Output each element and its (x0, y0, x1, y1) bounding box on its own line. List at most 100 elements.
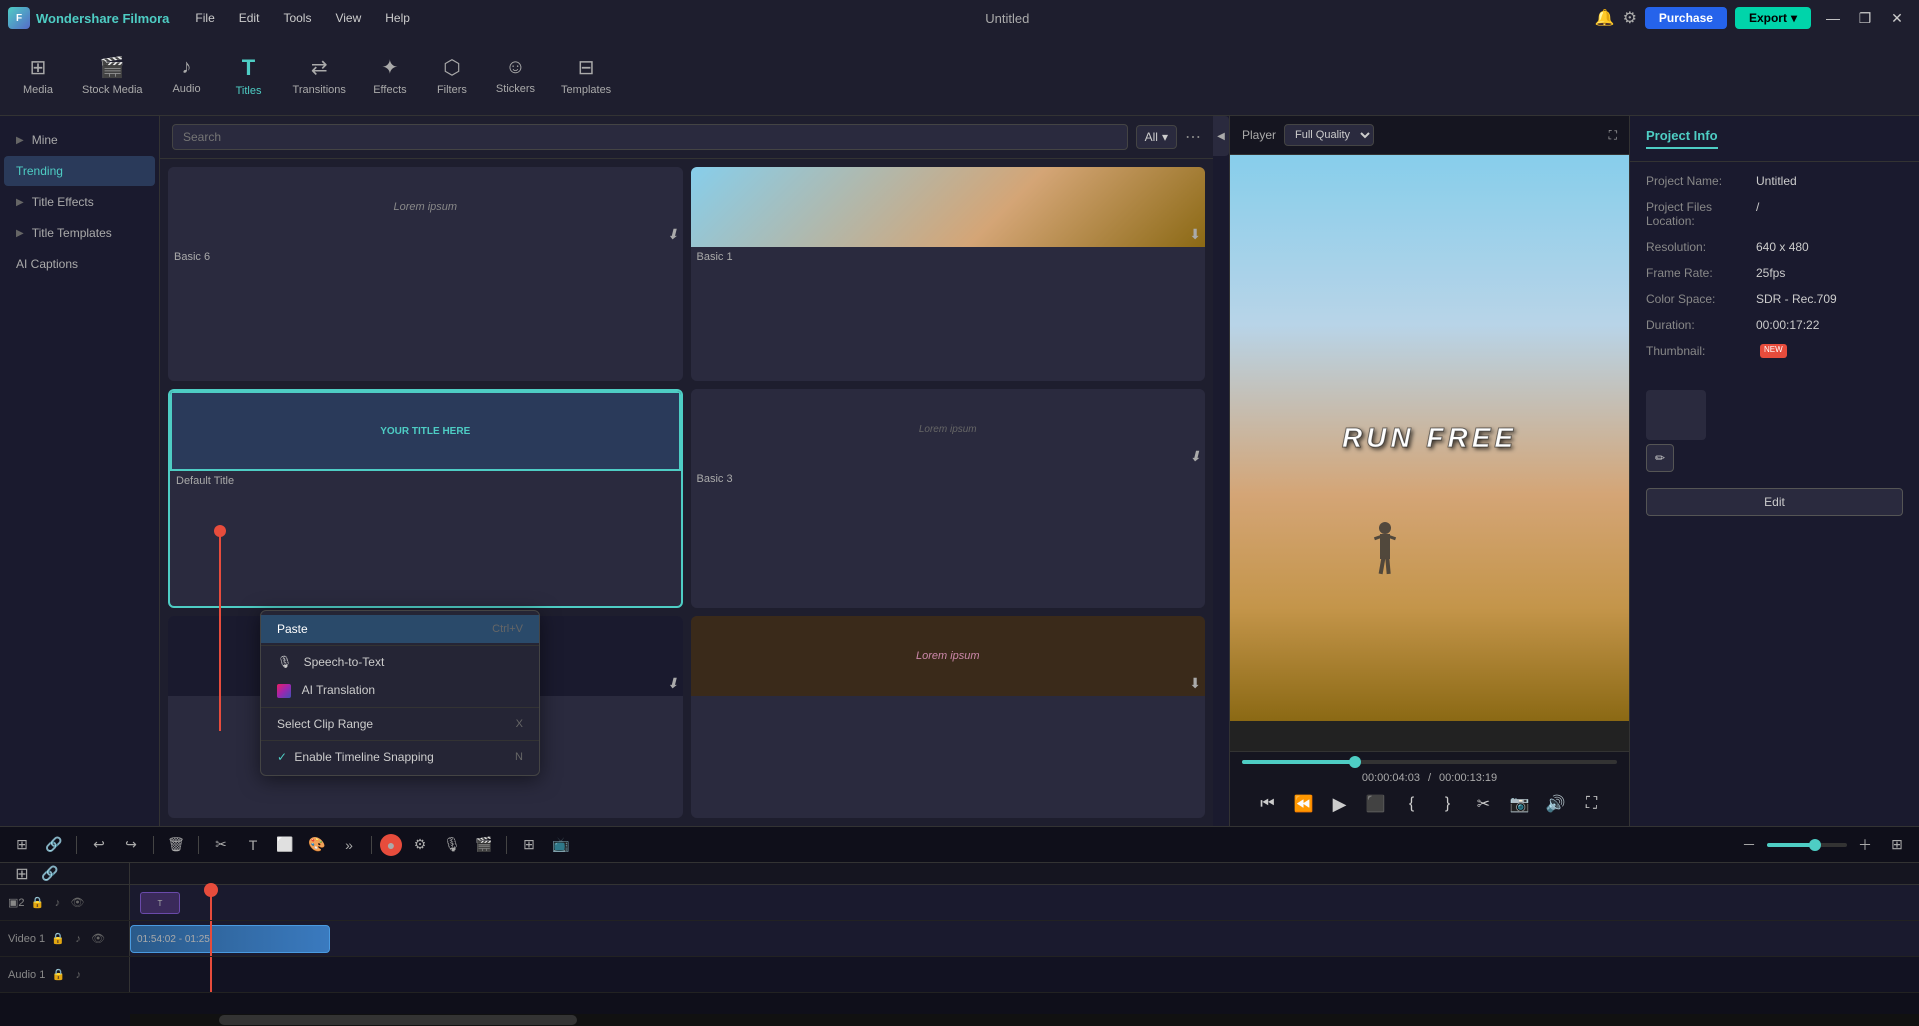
maximize-button[interactable]: ❐ (1851, 4, 1879, 32)
text-button[interactable]: T (239, 831, 267, 859)
mic-button[interactable]: 🎙 (438, 831, 466, 859)
download-icon-basic1[interactable]: ⬇ (1189, 226, 1201, 243)
mark-in-button[interactable]: { (1398, 790, 1426, 818)
video-clip[interactable]: 01:54:02 - 01:25 (130, 925, 330, 953)
play-button[interactable]: ▶ (1326, 790, 1354, 818)
menu-edit[interactable]: Edit (229, 7, 270, 29)
settings-icon[interactable]: ⚙ (1623, 8, 1637, 28)
sidebar-item-ai-captions[interactable]: AI Captions (4, 249, 155, 279)
download-icon-lorem2[interactable]: ⬇ (1189, 675, 1201, 692)
undo-button[interactable]: ↩ (85, 831, 113, 859)
snapshot-button[interactable]: 📷 (1506, 790, 1534, 818)
toolbar-stock-media[interactable]: 🎬 Stock Media (70, 49, 155, 102)
search-more-icon[interactable]: ⋯ (1185, 127, 1201, 147)
step-back-button[interactable]: ⏪ (1290, 790, 1318, 818)
title-clip[interactable]: T (140, 892, 180, 914)
scrollbar-thumb[interactable] (219, 1015, 577, 1025)
close-button[interactable]: ✕ (1883, 4, 1911, 32)
media-card-default-title[interactable]: YOUR TITLE HERE Default Title (168, 389, 683, 607)
stop-button[interactable]: ⬛ (1362, 790, 1390, 818)
video1-audio-button[interactable]: ♪ (69, 930, 87, 948)
export-button[interactable]: Export ▾ (1735, 7, 1811, 29)
media-card-lorem2[interactable]: Lorem ipsum ⬇ (691, 616, 1206, 818)
fullscreen-icon[interactable]: ⛶ (1609, 128, 1617, 143)
quality-select[interactable]: Full Quality (1284, 124, 1374, 146)
player-screen: RUN FREE (1230, 155, 1629, 721)
track2-lock-button[interactable]: 🔒 (29, 894, 47, 912)
video1-visibility-button[interactable]: 👁 (89, 930, 107, 948)
mark-out-button[interactable]: } (1434, 790, 1462, 818)
download-icon-lorem1[interactable]: ⬇ (667, 675, 679, 692)
video1-icons: 🔒 ♪ 👁 (49, 930, 107, 948)
menu-tools[interactable]: Tools (273, 7, 321, 29)
progress-bar[interactable] (1242, 760, 1617, 764)
filter-label: All (1145, 130, 1158, 144)
download-icon-basic3[interactable]: ⬇ (1189, 448, 1201, 465)
zoom-thumb[interactable] (1809, 839, 1821, 851)
more-tools-button[interactable]: » (335, 831, 363, 859)
media-card-basic1[interactable]: ⬇ Basic 1 (691, 167, 1206, 381)
redo-button[interactable]: ↪ (117, 831, 145, 859)
color-button[interactable]: 🎨 (303, 831, 331, 859)
sidebar-item-title-templates[interactable]: ▶ Title Templates (4, 218, 155, 248)
toolbar-stickers[interactable]: ☺ Stickers (484, 50, 547, 101)
crop-button[interactable]: ⬜ (271, 831, 299, 859)
pip-button[interactable]: 📺 (547, 831, 575, 859)
notification-icon[interactable]: 🔔 (1595, 8, 1615, 28)
progress-thumb[interactable] (1349, 756, 1361, 768)
sidebar-item-trending[interactable]: Trending (4, 156, 155, 186)
magnet-button[interactable]: 🔗 (40, 831, 68, 859)
skip-back-button[interactable]: ⏮ (1254, 790, 1282, 818)
split-button[interactable]: ✂ (207, 831, 235, 859)
grid-view-button[interactable]: ⊞ (1883, 831, 1911, 859)
panel-collapse-button[interactable]: ◀ (1213, 116, 1229, 156)
multi-camera-button[interactable]: ⊞ (515, 831, 543, 859)
add-track-ruler-button[interactable]: ⊞ (8, 863, 36, 885)
minimize-button[interactable]: — (1819, 4, 1847, 32)
volume-button[interactable]: 🔊 (1542, 790, 1570, 818)
menu-view[interactable]: View (325, 7, 371, 29)
ctx-item-enable-snapping[interactable]: ✓ Enable Timeline Snapping N (261, 743, 539, 771)
toolbar-audio[interactable]: ♪ Audio (157, 50, 217, 101)
zoom-in-button[interactable]: ＋ (1851, 831, 1879, 859)
ctx-item-ai-translation[interactable]: AI Translation (261, 676, 539, 705)
track2-visibility-button[interactable]: 👁 (69, 894, 87, 912)
delete-button[interactable]: 🗑 (162, 831, 190, 859)
scene-button[interactable]: 🎬 (470, 831, 498, 859)
snap-button[interactable]: ⚙ (406, 831, 434, 859)
audio1-mute-button[interactable]: ♪ (69, 966, 87, 984)
sidebar-item-mine[interactable]: ▶ Mine (4, 125, 155, 155)
edit-button[interactable]: Edit (1646, 488, 1903, 516)
sidebar-item-title-effects[interactable]: ▶ Title Effects (4, 187, 155, 217)
menu-help[interactable]: Help (375, 7, 420, 29)
search-input[interactable] (172, 124, 1128, 150)
thumbnail-edit-icon[interactable]: ✏ (1646, 444, 1674, 472)
track-label-2: ▣2 🔒 ♪ 👁 (0, 885, 130, 920)
zoom-out-button[interactable]: － (1735, 831, 1763, 859)
fullscreen-player-button[interactable]: ⛶ (1578, 790, 1606, 818)
playhead-handle[interactable] (204, 883, 218, 897)
download-icon-basic6[interactable]: ⬇ (667, 226, 679, 243)
filter-dropdown[interactable]: All ▾ (1136, 125, 1177, 149)
zoom-bar[interactable] (1767, 843, 1847, 847)
ctx-item-speech-to-text[interactable]: 🎙 Speech-to-Text (261, 648, 539, 676)
video1-lock-button[interactable]: 🔒 (49, 930, 67, 948)
add-track-button[interactable]: ⊞ (8, 831, 36, 859)
toolbar-filters[interactable]: ⬡ Filters (422, 49, 482, 102)
media-card-basic6[interactable]: Lorem ipsum ⬇ Basic 6 (168, 167, 683, 381)
purchase-button[interactable]: Purchase (1645, 7, 1727, 29)
ctx-item-paste[interactable]: Paste Ctrl+V (261, 615, 539, 643)
track2-audio-button[interactable]: ♪ (49, 894, 67, 912)
clip-button[interactable]: ✂ (1470, 790, 1498, 818)
toolbar-transitions[interactable]: ⇄ Transitions (281, 49, 358, 102)
ripple-button[interactable]: ● (380, 834, 402, 856)
toolbar-effects[interactable]: ✦ Effects (360, 49, 420, 102)
menu-file[interactable]: File (185, 7, 224, 29)
toolbar-templates[interactable]: ⊟ Templates (549, 49, 623, 102)
audio1-lock-button[interactable]: 🔒 (49, 966, 67, 984)
ctx-item-select-clip-range[interactable]: Select Clip Range X (261, 710, 539, 738)
lock-button[interactable]: 🔗 (36, 863, 64, 885)
toolbar-media[interactable]: ⊞ Media (8, 49, 68, 102)
toolbar-titles[interactable]: T Titles (219, 49, 279, 103)
media-card-basic3[interactable]: Lorem ipsum ⬇ Basic 3 (691, 389, 1206, 607)
